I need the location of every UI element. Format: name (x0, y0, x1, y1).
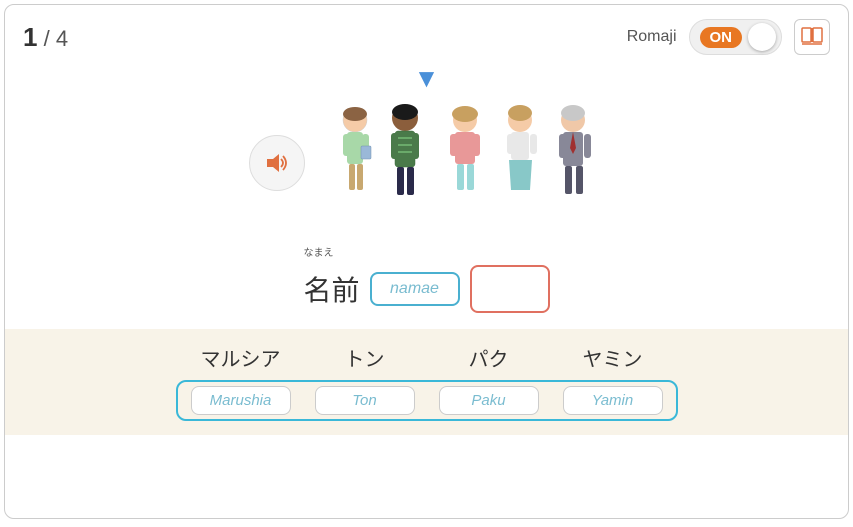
romaji-choice-marushia-item: Marushia (186, 386, 296, 415)
choice-yamin: ヤミン (558, 343, 668, 372)
page-separator: / (44, 26, 50, 51)
romaji-choice-paku-item: Paku (434, 386, 544, 415)
header-right: Romaji ON (627, 19, 830, 55)
choice-paku: パク (434, 343, 544, 372)
choices-area: マルシア トン パク ヤミン Marushia Ton Paku (5, 329, 848, 435)
main-content: ▼ (5, 63, 848, 313)
romaji-choice-marushia[interactable]: Marushia (191, 386, 291, 415)
choices-romaji-row: Marushia Ton Paku Yamin (176, 380, 678, 421)
people-group (325, 98, 605, 228)
people-illustration (325, 98, 605, 228)
toggle-on-text: ON (700, 27, 743, 48)
illustration-area (249, 98, 605, 228)
book-icon-button[interactable] (794, 19, 830, 55)
kanji-text: 名前 (303, 269, 359, 309)
speaker-icon (263, 151, 291, 175)
page-current: 1 (23, 22, 37, 52)
romaji-choice-ton-item: Ton (310, 386, 420, 415)
vocab-section: なまえ 名前 namae (303, 244, 549, 313)
romaji-choice-yamin-item: Yamin (558, 386, 668, 415)
romaji-choice-ton[interactable]: Ton (315, 386, 415, 415)
romaji-choice-paku[interactable]: Paku (439, 386, 539, 415)
speaker-button[interactable] (249, 135, 305, 191)
kana-yamin: ヤミン (558, 343, 668, 372)
romaji-choice-yamin[interactable]: Yamin (563, 386, 663, 415)
blank-answer-box[interactable] (470, 265, 550, 313)
romaji-label: Romaji (627, 28, 677, 46)
romaji-toggle[interactable]: ON (689, 19, 783, 55)
arrow-down-icon: ▼ (414, 63, 440, 94)
page-counter: 1 / 4 (23, 22, 68, 53)
kana-marushia: マルシア (186, 343, 296, 372)
answer-boxes: 名前 namae (303, 265, 549, 313)
kana-ton: トン (310, 343, 420, 372)
choice-ton: トン (310, 343, 420, 372)
book-svg-icon (800, 26, 824, 48)
page-total: 4 (56, 26, 68, 51)
kana-paku: パク (434, 343, 544, 372)
toggle-circle (748, 23, 776, 51)
header: 1 / 4 Romaji ON (5, 5, 848, 63)
app-container: 1 / 4 Romaji ON ▼ (4, 4, 849, 519)
choice-marushia: マルシア (186, 343, 296, 372)
ruby-text: なまえ (303, 244, 333, 259)
romaji-answer-box[interactable]: namae (370, 272, 460, 306)
choices-kana-row: マルシア トン パク ヤミン (186, 343, 668, 372)
